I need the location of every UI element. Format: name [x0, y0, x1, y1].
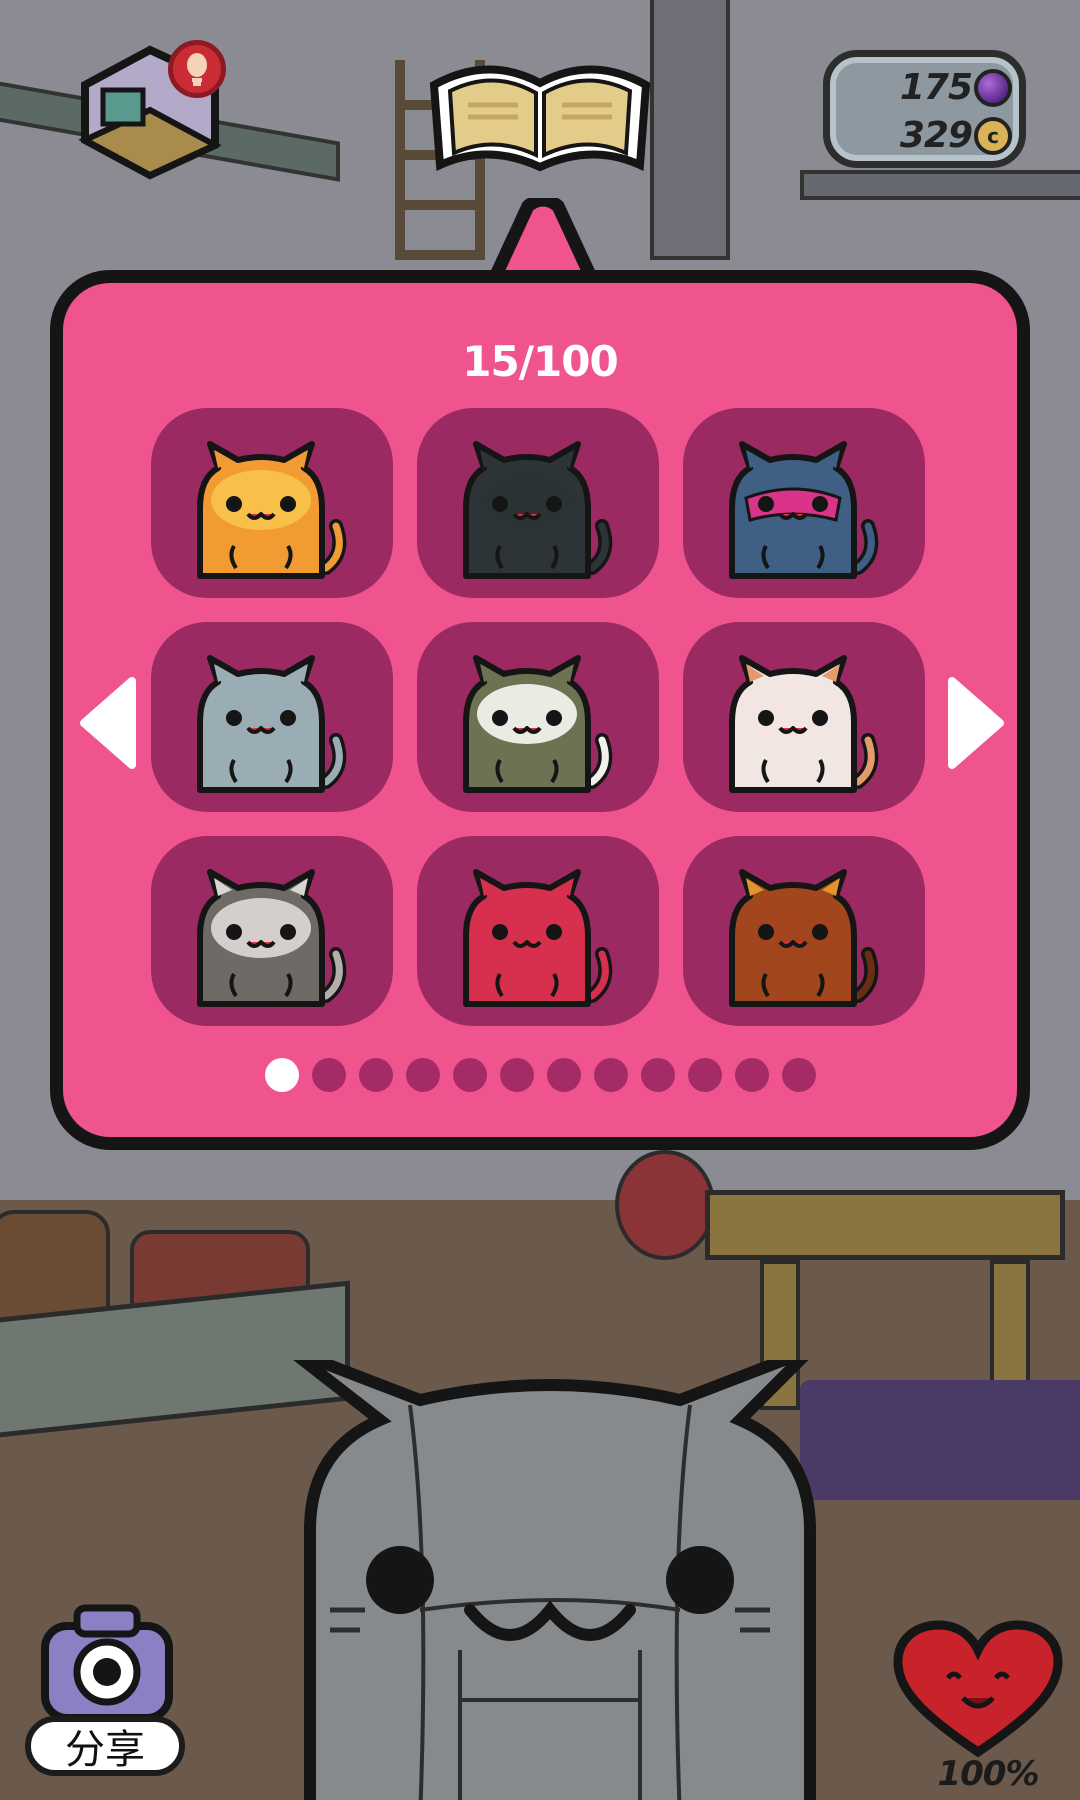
cat-icon — [463, 655, 613, 793]
page-indicator — [63, 1058, 1017, 1092]
cat-icon — [197, 655, 347, 793]
cat-slot[interactable] — [151, 408, 393, 598]
happiness-percent: 100% — [937, 1754, 1039, 1794]
cat-slot[interactable] — [151, 836, 393, 1026]
cat-icon — [729, 441, 879, 579]
coin-icon: c — [974, 116, 1012, 155]
page-dot[interactable] — [499, 1058, 534, 1092]
next-page-button[interactable] — [946, 675, 1006, 771]
cat-icon — [729, 655, 879, 793]
cat-icon — [197, 869, 347, 1007]
coin-counter: 329 c — [860, 115, 1030, 156]
cat-icon — [463, 869, 613, 1007]
cat-slot[interactable] — [417, 836, 659, 1026]
collection-counter: 15/100 — [462, 337, 618, 386]
share-button[interactable]: 分享 — [25, 1598, 185, 1778]
ceiling-pipe — [650, 0, 730, 260]
page-dot[interactable] — [546, 1058, 581, 1092]
balloon — [615, 1150, 715, 1260]
page-dot[interactable] — [452, 1058, 487, 1092]
rug — [800, 1380, 1080, 1500]
right-shelf — [800, 170, 1080, 200]
share-label: 分享 — [25, 1716, 185, 1776]
gem-count: 175 — [899, 67, 973, 108]
page-dot[interactable] — [358, 1058, 393, 1092]
right-table — [705, 1190, 1065, 1260]
page-dot[interactable] — [640, 1058, 675, 1092]
cat-slot[interactable] — [683, 836, 925, 1026]
cat-icon — [463, 441, 613, 579]
cat-collection-popup: 15/100 — [50, 270, 1030, 1150]
robot-cat-character[interactable] — [270, 1360, 830, 1800]
cat-slot[interactable] — [151, 622, 393, 812]
page-dot[interactable] — [687, 1058, 722, 1092]
gem-icon — [974, 68, 1012, 107]
heart-icon — [893, 1620, 1063, 1758]
page-dot[interactable] — [781, 1058, 816, 1092]
page-dot[interactable] — [734, 1058, 769, 1092]
collection-book-button[interactable] — [428, 55, 652, 175]
gem-counter: 175 — [860, 67, 1030, 108]
previous-page-button[interactable] — [78, 675, 138, 771]
camera-icon — [41, 1604, 173, 1722]
cat-slot[interactable] — [683, 408, 925, 598]
page-dot[interactable] — [593, 1058, 628, 1092]
currency-panel: 175 329 c — [823, 50, 1026, 168]
cat-icon — [197, 441, 347, 579]
cat-icon — [729, 869, 879, 1007]
cat-slot[interactable] — [417, 408, 659, 598]
cat-slot[interactable] — [417, 622, 659, 812]
happiness-meter[interactable]: 100% — [893, 1620, 1063, 1800]
cat-slot[interactable] — [683, 622, 925, 812]
cat-grid — [151, 408, 951, 1028]
notification-badge — [168, 40, 226, 98]
alert-icon — [187, 53, 207, 86]
page-dot[interactable] — [264, 1058, 299, 1092]
page-dot[interactable] — [405, 1058, 440, 1092]
coin-count: 329 — [899, 115, 973, 156]
page-dot[interactable] — [311, 1058, 346, 1092]
